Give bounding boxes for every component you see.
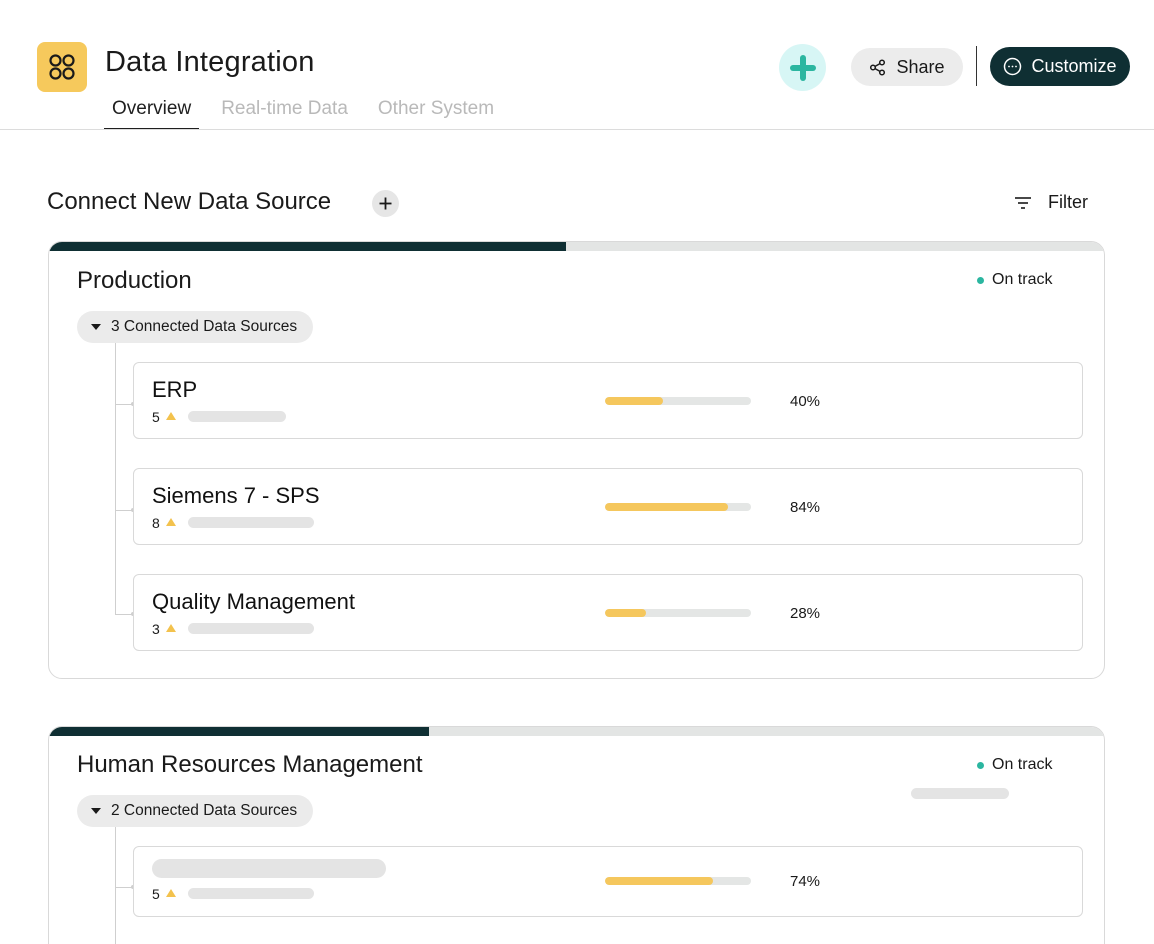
data-source-count: 8 — [152, 515, 176, 531]
brand-badge[interactable] — [779, 44, 826, 91]
header-separator — [976, 46, 977, 86]
add-data-source-button[interactable] — [372, 190, 399, 217]
placeholder-bar — [188, 517, 314, 528]
filter-button[interactable]: Filter — [1014, 192, 1088, 213]
source-percent: 84% — [790, 499, 821, 516]
data-source-card-erp[interactable]: ERP 5 40% — [133, 362, 1083, 439]
count-value: 5 — [152, 409, 160, 425]
data-source-name: ERP — [152, 377, 198, 402]
source-progress — [605, 609, 751, 617]
placeholder-bar — [188, 623, 314, 634]
apps-grid-icon — [49, 54, 75, 80]
data-source-count: 5 — [152, 409, 176, 425]
status-badge: On track — [977, 271, 1052, 289]
share-button[interactable]: Share — [851, 48, 963, 86]
filter-icon — [1015, 196, 1031, 209]
caret-down-icon — [91, 808, 101, 814]
app-icon — [37, 42, 87, 92]
source-progress — [605, 503, 751, 511]
tab-overview[interactable]: Overview — [104, 92, 200, 130]
group-progress-fill — [49, 727, 429, 736]
data-source-card-quality[interactable]: Quality Management 3 28% — [133, 574, 1083, 651]
tree-connector — [115, 827, 116, 944]
connected-sources-toggle[interactable]: 2 Connected Data Sources — [77, 795, 314, 827]
tab-other-system[interactable]: Other System — [370, 92, 502, 130]
page-title: Data Integration — [105, 46, 315, 78]
tree-branch — [115, 402, 135, 406]
connected-sources-toggle[interactable]: 3 Connected Data Sources — [77, 311, 314, 343]
status-dot — [977, 761, 984, 769]
tab-bar: Overview Real-time Data Other System — [104, 92, 516, 130]
source-progress-fill — [605, 609, 646, 617]
tree-connector — [115, 343, 116, 614]
count-value: 3 — [152, 621, 160, 637]
share-icon — [870, 58, 886, 76]
group-card-production: Production On track 3 Connected Data Sou… — [48, 241, 1105, 679]
tab-real-time-data[interactable]: Real-time Data — [213, 92, 356, 130]
data-source-card-hr-1[interactable]: 5 74% — [133, 846, 1083, 917]
group-progress-fill — [49, 242, 566, 251]
source-progress — [605, 397, 751, 405]
group-title: Human Resources Management — [77, 751, 423, 778]
tree-branch — [115, 612, 135, 616]
warning-triangle-icon — [165, 624, 176, 632]
customize-label: Customize — [1031, 56, 1117, 76]
data-source-count: 3 — [152, 621, 176, 637]
plus-icon — [379, 197, 392, 210]
data-source-name: Siemens 7 - SPS — [152, 483, 320, 508]
warning-triangle-icon — [165, 889, 176, 897]
caret-down-icon — [91, 324, 101, 330]
tree-branch — [115, 885, 135, 889]
more-circle-icon — [1004, 57, 1022, 76]
source-progress-fill — [605, 877, 714, 885]
source-percent: 28% — [790, 605, 821, 622]
data-source-card-siemens[interactable]: Siemens 7 - SPS 8 84% — [133, 468, 1083, 545]
group-progress — [49, 242, 1104, 251]
placeholder-bar — [911, 788, 1009, 799]
count-value: 8 — [152, 515, 160, 531]
count-value: 5 — [152, 886, 160, 902]
filter-label: Filter — [1048, 192, 1088, 212]
section-title: Connect New Data Source — [47, 188, 332, 215]
connected-sources-label: 3 Connected Data Sources — [111, 318, 298, 335]
status-label: On track — [992, 756, 1053, 773]
share-label: Share — [896, 56, 945, 77]
source-progress — [605, 877, 751, 885]
status-label: On track — [992, 271, 1053, 288]
customize-button[interactable]: Customize — [990, 47, 1130, 86]
connected-sources-label: 2 Connected Data Sources — [111, 802, 298, 819]
source-progress-fill — [605, 397, 664, 405]
warning-triangle-icon — [165, 412, 176, 420]
source-progress-fill — [605, 503, 728, 511]
warning-triangle-icon — [165, 518, 176, 526]
data-source-count: 5 — [152, 886, 176, 902]
group-card-hr: Human Resources Management On track 2 Co… — [48, 726, 1105, 944]
placeholder-bar — [188, 888, 314, 899]
source-name-placeholder — [152, 859, 386, 878]
status-badge: On track — [977, 756, 1052, 774]
data-source-name: Quality Management — [152, 589, 355, 614]
header-divider — [0, 129, 1154, 130]
tree-branch — [115, 508, 135, 512]
status-dot — [977, 276, 984, 284]
group-progress — [49, 727, 1104, 736]
group-title: Production — [77, 267, 192, 294]
source-percent: 40% — [790, 393, 821, 410]
placeholder-bar — [188, 411, 286, 422]
plus-cross-icon — [789, 54, 816, 81]
source-percent: 74% — [790, 873, 821, 890]
